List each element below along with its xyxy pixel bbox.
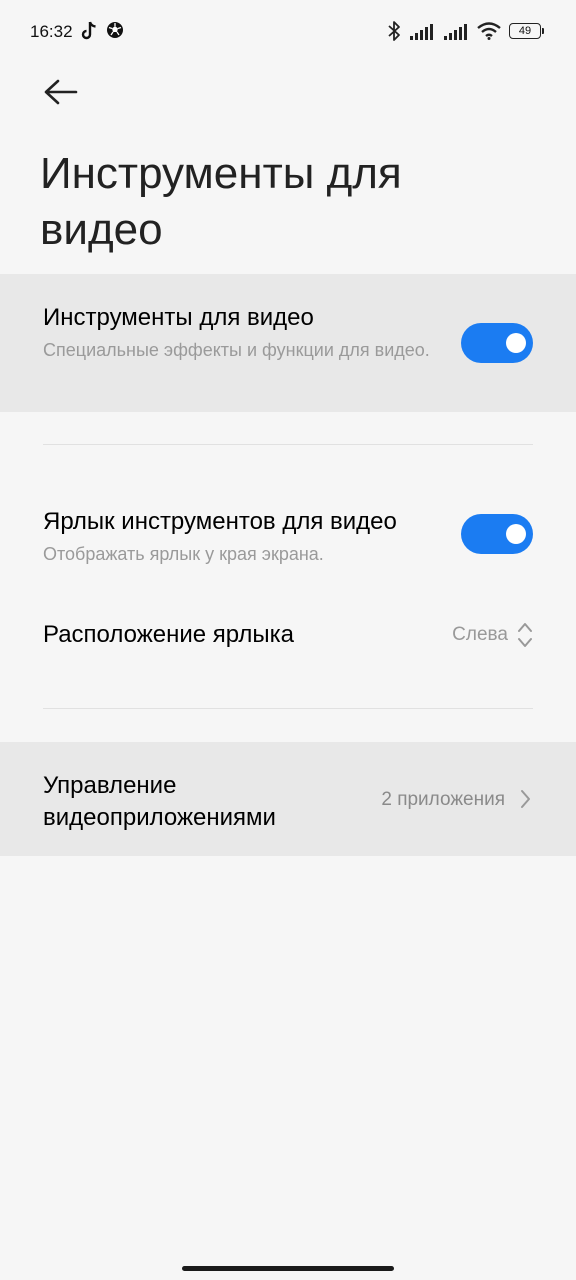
status-right-icons: 49: [387, 20, 544, 42]
manage-apps-value: 2 приложения: [381, 789, 505, 810]
tiktok-icon: [81, 21, 96, 40]
video-tools-row[interactable]: Инструменты для видео Специальные эффект…: [0, 274, 576, 412]
signal-icon: [410, 24, 433, 40]
shortcut-subtitle: Отображать ярлык у края экрана.: [43, 544, 324, 564]
manage-apps-row[interactable]: Управление видеоприложениями 2 приложени…: [0, 742, 576, 856]
toggle-knob: [506, 524, 526, 544]
divider: [43, 708, 533, 709]
video-tools-title: Инструменты для видео: [43, 304, 314, 331]
chevron-right-icon: [521, 790, 530, 808]
video-tools-subtitle: Специальные эффекты и функции для видео.: [43, 340, 430, 360]
page-title: Инструменты для видео: [40, 149, 402, 254]
home-indicator[interactable]: [182, 1266, 394, 1271]
shortcut-title: Ярлык инструментов для видео: [43, 508, 397, 535]
status-bar: 16:32 49: [0, 0, 576, 64]
signal-icon: [444, 24, 467, 40]
wifi-icon: [477, 22, 501, 40]
back-button[interactable]: [40, 74, 84, 114]
toggle-knob: [506, 333, 526, 353]
shortcut-toggle[interactable]: [461, 514, 533, 554]
shortcut-position-title: Расположение ярлыка: [43, 621, 294, 648]
status-time: 16:32: [30, 22, 73, 41]
bluetooth-icon: [388, 21, 400, 41]
divider: [43, 444, 533, 445]
battery-level: 49: [509, 23, 541, 39]
ball-icon: [107, 22, 123, 38]
arrow-left-icon: [44, 79, 78, 105]
video-tools-toggle[interactable]: [461, 323, 533, 363]
chevron-updown-icon: [518, 623, 532, 647]
status-left-icons: [80, 21, 124, 41]
manage-apps-title: Управление видеоприложениями: [43, 772, 276, 831]
shortcut-position-row[interactable]: Расположение ярлыка Слева: [0, 596, 576, 674]
battery-icon: 49: [509, 23, 544, 39]
shortcut-position-value: Слева: [452, 624, 508, 645]
